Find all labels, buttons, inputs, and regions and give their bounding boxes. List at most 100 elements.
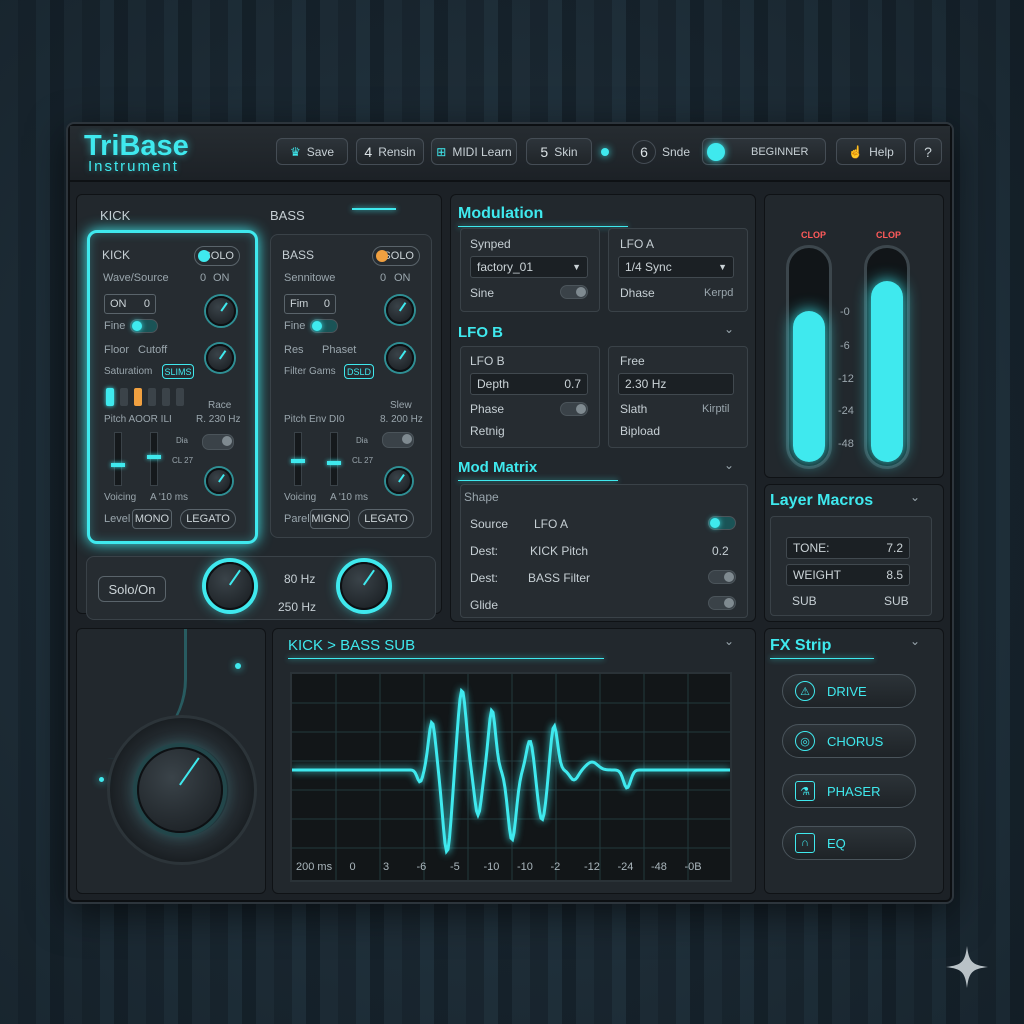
bass-solo-button[interactable]: SOLO [372, 246, 420, 266]
kick-on-field[interactable]: ON 0 [104, 294, 156, 314]
kick-wave-knob[interactable] [206, 296, 236, 326]
bass-fader-2[interactable] [327, 432, 341, 486]
chevron-down-icon[interactable]: ⌄ [910, 634, 920, 648]
crossover-low-knob[interactable] [206, 562, 254, 610]
chevron-down-icon[interactable]: ⌄ [724, 634, 734, 648]
chevron-down-icon: ▼ [718, 262, 727, 272]
solo-on-button[interactable]: Solo/On [98, 576, 166, 602]
scope-axis-label: -48 [651, 861, 667, 873]
scope-axis-label: -24 [618, 861, 634, 873]
drive-icon: ⚠ [795, 681, 815, 701]
fx-drive-button[interactable]: ⚠ DRIVE [782, 674, 916, 708]
midi-icon: ⊞ [436, 144, 447, 159]
meter-tick-12: -12 [838, 373, 854, 385]
bass-film-field[interactable]: Fim 0 [284, 294, 336, 314]
fx-phaser-button[interactable]: ⚗ PHASER [782, 774, 916, 808]
kick-step-5[interactable] [162, 388, 170, 406]
kick-legato-button[interactable]: LEGATO [180, 509, 236, 529]
kick-sat-button[interactable]: SLIMS [162, 364, 194, 379]
bass-fine-label: Fine [284, 320, 306, 332]
kick-floor-label: Floor [104, 344, 130, 356]
macro-weight[interactable]: WEIGHT 8.5 [786, 564, 910, 586]
scope-axis-label: 0 [350, 861, 356, 873]
macro-tone[interactable]: TONE: 7.2 [786, 537, 910, 559]
kick-switch[interactable] [202, 434, 234, 450]
matrix-row-1-value: LFO A [534, 517, 569, 531]
bass-film-knob[interactable] [386, 296, 414, 324]
meter-left [786, 245, 832, 469]
help-button[interactable]: ☝ Help [836, 138, 906, 165]
fx-chorus-button[interactable]: ◎ CHORUS [782, 724, 916, 758]
bass-level-knob[interactable] [386, 468, 412, 494]
bass-filter-label: Filter Gams [284, 366, 336, 377]
matrix-row-1-key: Source [470, 517, 509, 531]
scope-axis-label: -10 [517, 861, 533, 873]
chevron-down-icon[interactable]: ⌄ [724, 322, 734, 336]
chevron-down-icon[interactable]: ⌄ [910, 490, 920, 504]
depth-field[interactable]: Depth 0.7 [470, 373, 588, 395]
scope-axis-label: 3 [383, 861, 389, 873]
mode-toggle[interactable]: BEGINNER [702, 138, 826, 165]
macro-sub-value: SUB [884, 594, 909, 608]
skin-button[interactable]: 5 Skin [526, 138, 592, 165]
midi-learn-button[interactable]: ⊞ MIDI Learn [431, 138, 517, 165]
bipload-label: Bipload [620, 424, 661, 438]
fx-eq-button[interactable]: ∩ EQ [782, 826, 916, 860]
meter-right [864, 245, 910, 469]
master-knob[interactable] [137, 747, 223, 833]
tab-bass[interactable]: BASS [270, 208, 305, 223]
chevron-down-icon[interactable]: ⌄ [724, 458, 734, 472]
scope-underline [288, 658, 604, 659]
kick-cutoff-knob[interactable] [206, 344, 234, 372]
solo-indicator-icon [376, 250, 388, 262]
bass-fader-1[interactable] [291, 432, 305, 486]
lfo-b-sub-label: LFO B [470, 354, 505, 368]
matrix-row-1-toggle[interactable] [708, 516, 736, 530]
kick-level-label: Level [104, 513, 131, 525]
save-button[interactable]: ♛ Save [276, 138, 348, 165]
bass-switch[interactable] [382, 432, 414, 448]
bass-title: BASS [282, 248, 315, 262]
side-button[interactable]: 6 Snde [626, 138, 696, 165]
question-button[interactable]: ? [914, 138, 942, 165]
bass-legato-button[interactable]: LEGATO [358, 509, 414, 529]
bass-phase-knob[interactable] [386, 344, 414, 372]
fx-underline [770, 658, 874, 659]
matrix-row-4-toggle[interactable] [708, 596, 736, 610]
kick-fine-toggle[interactable] [130, 319, 158, 333]
kick-solo-button[interactable]: SOLO [194, 246, 240, 266]
kick-step-3[interactable] [134, 388, 142, 406]
kick-saturation-label: Saturatiom [104, 366, 153, 377]
rate-field[interactable]: 2.30 Hz [618, 373, 734, 395]
rename-button[interactable]: 4 Rensin [356, 138, 424, 165]
sync-select[interactable]: 1/4 Sync ▼ [618, 256, 734, 278]
kick-fader-1[interactable] [111, 432, 125, 486]
bass-mono-button[interactable]: MIGNO [310, 509, 350, 529]
kick-step-2[interactable] [120, 388, 128, 406]
kick-step-4[interactable] [148, 388, 156, 406]
scope-axis-label: -5 [450, 861, 460, 873]
phase-toggle[interactable] [560, 402, 588, 416]
crossover-freq-2: 250 Hz [278, 600, 317, 614]
matrix-row-2-value: KICK Pitch [530, 544, 589, 558]
bass-voicing-label: Voicing [284, 492, 317, 503]
kick-fader-2[interactable] [147, 432, 161, 486]
mod-matrix-card [460, 484, 748, 618]
kick-level-knob[interactable] [206, 468, 232, 494]
matrix-row-4-key: Glide [470, 598, 499, 612]
chevron-down-icon: ▼ [572, 262, 581, 272]
kick-mono-button[interactable]: MONO [132, 509, 172, 529]
preset-select[interactable]: factory_01 ▼ [470, 256, 588, 278]
sine-toggle[interactable] [560, 285, 588, 299]
mode-indicator-icon [707, 142, 725, 161]
bass-fine-toggle[interactable] [310, 319, 338, 333]
free-label: Free [620, 354, 645, 368]
kick-step-1[interactable] [106, 388, 114, 406]
meter-tick-48: -48 [838, 438, 854, 450]
kick-step-6[interactable] [176, 388, 184, 406]
kick-small-label-1: Dia [176, 436, 189, 445]
matrix-row-3-toggle[interactable] [708, 570, 736, 584]
tab-kick[interactable]: KICK [100, 208, 130, 223]
crossover-high-knob[interactable] [340, 562, 388, 610]
bass-filter-button[interactable]: DSLD [344, 364, 374, 379]
